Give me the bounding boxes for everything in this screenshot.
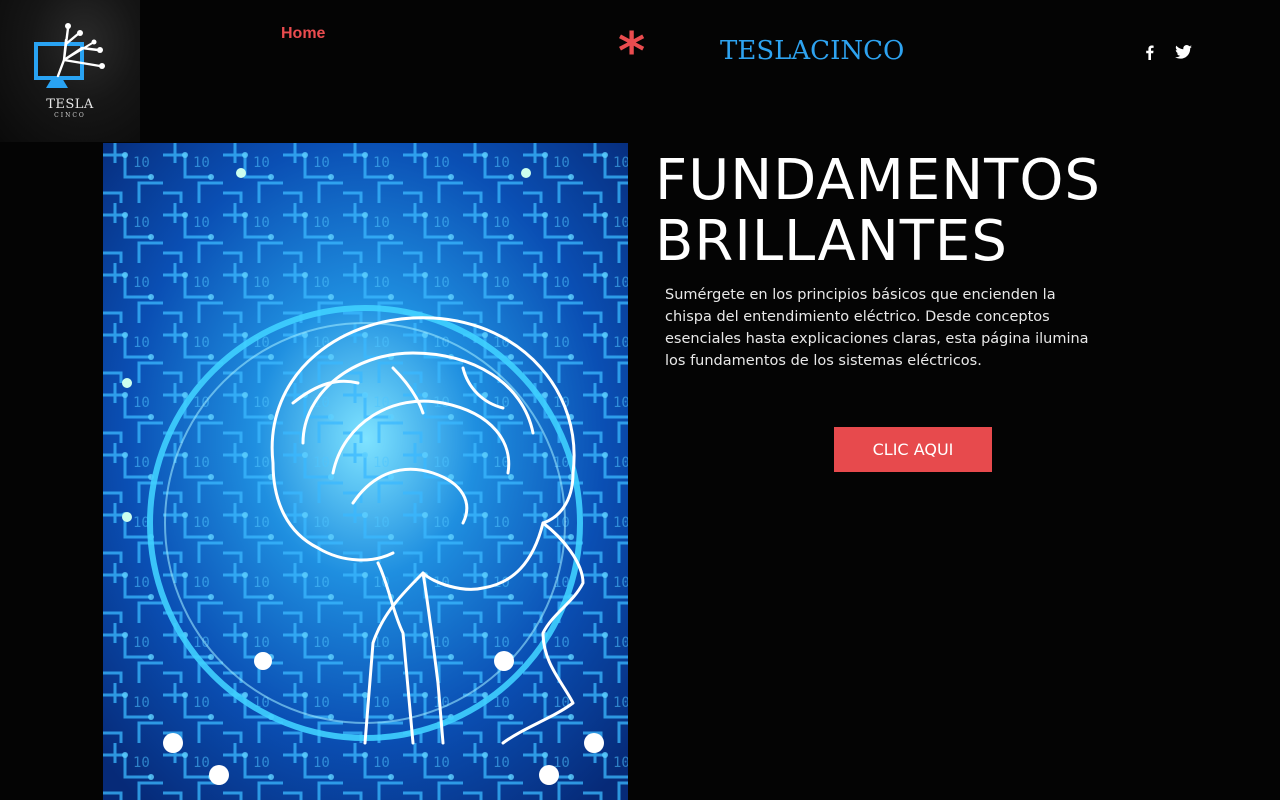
twitter-icon[interactable]: [1173, 42, 1193, 62]
hero-title-line2: BRILLANTES: [655, 209, 1008, 274]
hero-title-line1: FUNDAMENTOS: [655, 148, 1101, 213]
page: TESLA CINCO Home * TESLACINCO FUNDAMENTO…: [0, 0, 1280, 800]
logo-wordmark: TESLA: [46, 97, 94, 112]
nav-home-link[interactable]: Home: [281, 25, 325, 43]
hero-description: Sumérgete en los principios básicos que …: [665, 287, 1089, 369]
monitor-circuit-icon: [34, 23, 105, 88]
clic-aqui-button[interactable]: CLIC AQUI: [834, 427, 992, 472]
asterisk-icon: *: [618, 22, 646, 82]
logo-subtitle: CINCO: [54, 112, 86, 119]
facebook-icon[interactable]: [1139, 42, 1159, 62]
site-title[interactable]: TESLACINCO: [720, 36, 904, 66]
logo[interactable]: TESLA CINCO: [0, 0, 140, 142]
brain-circuit-image: 10: [103, 143, 628, 800]
hero-title: FUNDAMENTOS BRILLANTES: [655, 150, 1215, 272]
